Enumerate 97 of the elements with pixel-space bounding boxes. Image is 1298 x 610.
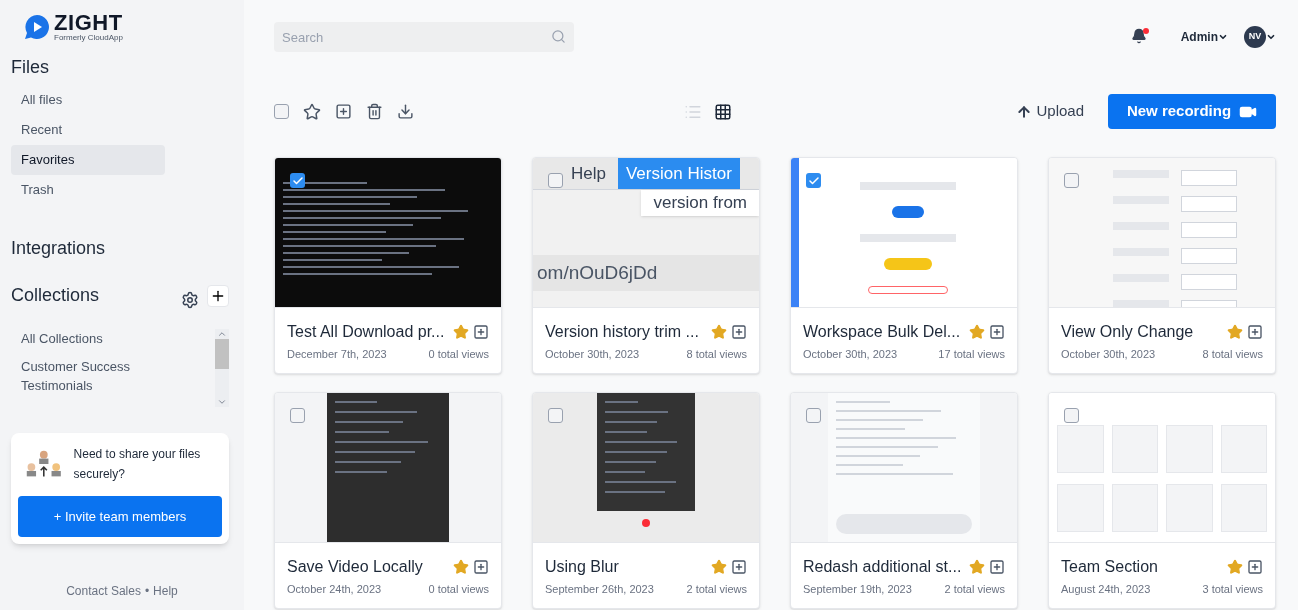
file-card[interactable]: Save Video Locally October 24th, 2023 0 total views: [274, 392, 502, 609]
view-count: 2 total views: [944, 582, 1005, 597]
download-icon[interactable]: [397, 103, 414, 120]
sidebar-item[interactable]: Favorites: [11, 145, 165, 175]
star-icon[interactable]: [453, 324, 469, 340]
file-title[interactable]: Workspace Bulk Del...: [803, 320, 965, 344]
select-checkbox[interactable]: [548, 408, 563, 423]
section-heading: Files: [11, 56, 50, 79]
file-card[interactable]: Test All Download pr... December 7th, 2023 0 total views: [274, 157, 502, 374]
delete-icon[interactable]: [366, 103, 383, 120]
add-to-collection-icon[interactable]: [1247, 324, 1263, 340]
view-count: 0 total views: [428, 582, 489, 597]
view-count: 8 total views: [686, 347, 747, 362]
file-title[interactable]: Save Video Locally: [287, 555, 449, 579]
scroll-down-icon[interactable]: [217, 397, 227, 407]
add-collection-button[interactable]: [207, 284, 229, 307]
sidebar-item[interactable]: Recent: [11, 115, 165, 145]
separator-text: •: [144, 583, 150, 600]
file-date: September 19th, 2023: [803, 582, 912, 597]
file-date: October 30th, 2023: [803, 347, 898, 362]
brand-tagline: Formerly CloudApp: [54, 34, 123, 42]
sidebar-item[interactable]: All files: [11, 85, 165, 115]
view-count: 3 total views: [1202, 582, 1263, 597]
view-count: 0 total views: [428, 347, 489, 362]
notification-bell-icon[interactable]: [1130, 28, 1149, 46]
file-card[interactable]: Redash additional st... September 19th, 2023 2 total views: [790, 392, 1018, 609]
promo-text: Need to share your files securely?: [73, 446, 202, 483]
view-count: 8 total views: [1202, 347, 1263, 362]
star-icon[interactable]: [711, 559, 727, 575]
file-date: October 30th, 2023: [1061, 347, 1156, 362]
star-icon[interactable]: [453, 559, 469, 575]
add-to-collection-icon[interactable]: [1247, 559, 1263, 575]
section-heading: Collections: [11, 284, 101, 307]
contact-sales-link[interactable]: Contact Sales: [66, 582, 141, 600]
user-menu[interactable]: Admin: [1180, 28, 1228, 46]
menu-text: version from: [641, 190, 759, 216]
user-avatar[interactable]: NV: [1244, 26, 1266, 48]
add-to-collection-icon[interactable]: [989, 324, 1005, 340]
star-icon[interactable]: [969, 324, 985, 340]
file-date: August 24th, 2023: [1061, 582, 1151, 597]
select-checkbox[interactable]: [806, 408, 821, 423]
file-card[interactable]: Team Section August 24th, 2023 3 total views: [1048, 392, 1276, 609]
star-icon[interactable]: [711, 324, 727, 340]
new-recording-button[interactable]: New recording: [1108, 94, 1276, 129]
caret-icon[interactable]: [1266, 32, 1276, 42]
add-to-collection-icon[interactable]: [473, 324, 489, 340]
add-to-collection-icon[interactable]: [989, 559, 1005, 575]
scroll-up-icon[interactable]: [217, 329, 227, 339]
file-title[interactable]: Version history trim ...: [545, 320, 707, 344]
star-icon[interactable]: [969, 559, 985, 575]
settings-icon[interactable]: [181, 290, 199, 309]
file-date: September 26th, 2023: [545, 582, 654, 597]
search-field[interactable]: Search: [274, 22, 574, 52]
star-icon[interactable]: [1227, 324, 1243, 340]
menu-text: Help: [570, 163, 607, 185]
file-date: October 30th, 2023: [545, 347, 640, 362]
sidebar-item[interactable]: Trash: [11, 175, 165, 205]
invite-button[interactable]: + Invite team members: [18, 496, 222, 537]
add-to-collection-icon[interactable]: [731, 324, 747, 340]
file-card[interactable]: Help Version Histor version from om/nOuD6jDd Version history trim ... October 30th, 2023 8 total views: [532, 157, 760, 374]
file-card[interactable]: Workspace Bulk Del... October 30th, 2023 17 total views: [790, 157, 1018, 374]
menu-text: Version Histor: [617, 158, 740, 189]
select-checkbox[interactable]: [806, 173, 821, 188]
add-to-collection-icon[interactable]: [335, 103, 352, 120]
scrollbar[interactable]: [215, 329, 229, 407]
view-count: 2 total views: [686, 582, 747, 597]
logo-icon: [24, 14, 50, 40]
file-title[interactable]: Using Blur: [545, 555, 707, 579]
file-date: October 24th, 2023: [287, 582, 382, 597]
collection-item[interactable]: Customer Success Testimonials: [21, 356, 151, 396]
add-to-collection-icon[interactable]: [473, 559, 489, 575]
upload-button[interactable]: Upload: [1016, 100, 1084, 123]
brand-name: ZIGHT: [54, 12, 123, 34]
section-heading[interactable]: Integrations: [11, 235, 233, 262]
select-checkbox[interactable]: [290, 408, 305, 423]
view-count: 17 total views: [938, 347, 1005, 362]
file-card[interactable]: Using Blur September 26th, 2023 2 total views: [532, 392, 760, 609]
add-to-collection-icon[interactable]: [731, 559, 747, 575]
help-link[interactable]: Help: [153, 582, 178, 600]
file-title[interactable]: Test All Download pr...: [287, 320, 449, 344]
search-icon[interactable]: [551, 29, 566, 44]
file-title[interactable]: View Only Change: [1061, 320, 1223, 344]
file-title[interactable]: Team Section: [1061, 555, 1223, 579]
select-checkbox[interactable]: [548, 173, 563, 188]
file-title[interactable]: Redash additional st...: [803, 555, 965, 579]
collection-item[interactable]: All Collections: [21, 329, 151, 349]
select-checkbox[interactable]: [290, 173, 305, 188]
star-icon[interactable]: [303, 102, 321, 121]
select-all-checkbox[interactable]: [274, 104, 289, 119]
select-checkbox[interactable]: [1064, 173, 1079, 188]
file-card[interactable]: View Only Change October 30th, 2023 8 total views: [1048, 157, 1276, 374]
caret-icon: [1218, 32, 1228, 42]
file-date: December 7th, 2023: [287, 347, 387, 362]
url-text: om/nOuD6jDd: [536, 261, 658, 283]
grid-view-icon[interactable]: [714, 102, 732, 121]
star-icon[interactable]: [1227, 559, 1243, 575]
select-checkbox[interactable]: [1064, 408, 1079, 423]
